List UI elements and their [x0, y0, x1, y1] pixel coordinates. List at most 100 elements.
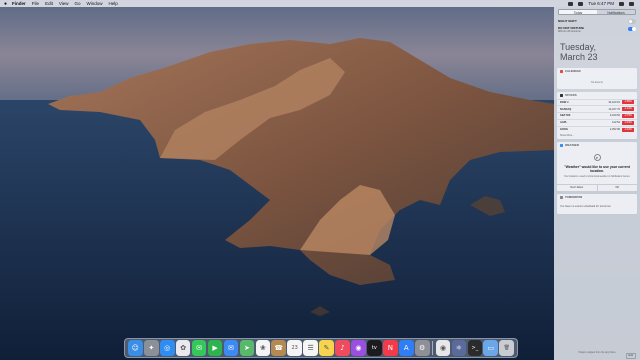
menu-view[interactable]: View [59, 1, 69, 6]
dock: ☺ ✦ ◎ ✿ ✉ ▶ ✉ ➤ ❀ ☎ 23 ☰ ✎ ♪ ◉ tv N A ⚙ ◉ ⚛ >_ ▭ 🗑 [124, 338, 518, 358]
stock-symbol: S&P 500 [560, 114, 571, 118]
system-preferences-icon[interactable]: ⚙ [414, 340, 430, 356]
weather-permission-body: ➤ "Weather" would like to use your curre… [557, 149, 637, 181]
launchpad-icon[interactable]: ✦ [143, 340, 159, 356]
photos-icon[interactable]: ✿ [175, 340, 191, 356]
stock-price: 32,423.15 [608, 100, 620, 104]
night-shift-toggle[interactable] [628, 19, 636, 24]
messages-icon[interactable]: ✉ [191, 340, 207, 356]
stock-price: 13,227.70 [608, 107, 620, 111]
stocks-show-more-link[interactable]: Show More... [557, 132, 637, 139]
tomorrow-widget-header: TOMORROW [557, 194, 637, 201]
edit-button[interactable]: Edit [625, 353, 636, 359]
wifi-icon[interactable] [568, 1, 574, 6]
tab-notifications[interactable]: Notifications [597, 10, 635, 14]
tomorrow-widget: TOMORROW You have no events scheduled fo… [557, 193, 637, 214]
app-store-icon[interactable]: A [398, 340, 414, 356]
weather-icon [560, 143, 563, 147]
dnd-toggle[interactable] [628, 26, 636, 32]
weather-permission-sub: Your location is used to show local weat… [563, 175, 631, 178]
night-shift-label: NIGHT SHIFT [558, 19, 577, 24]
mail-icon[interactable]: ✉ [223, 340, 239, 356]
calendar-small-icon [560, 195, 563, 199]
menu-window[interactable]: Window [87, 1, 103, 6]
notification-center-icon[interactable] [629, 1, 634, 6]
photos-app-icon[interactable]: ❀ [255, 340, 271, 356]
stocks-icon [560, 93, 563, 97]
ok-button[interactable]: OK [596, 184, 638, 191]
stock-price: 3,910.52 [609, 114, 620, 118]
atom-icon[interactable]: ⚛ [451, 340, 467, 356]
tomorrow-text: You have no events scheduled for tomorro… [560, 204, 612, 208]
menu-file[interactable]: File [32, 1, 39, 6]
podcasts-icon[interactable]: ◉ [351, 340, 366, 356]
menu-bar: ● Finder File Edit View Go Window Help T… [0, 0, 640, 7]
wallpaper-island [0, 0, 640, 360]
tv-icon[interactable]: tv [367, 340, 382, 356]
trash-icon[interactable]: 🗑 [499, 340, 515, 356]
weather-widget: WEATHER ➤ "Weather" would like to use yo… [557, 141, 638, 191]
menu-go[interactable]: Go [75, 1, 81, 6]
stock-row[interactable]: DOW J 32,423.15 -0.86% [557, 98, 637, 106]
dnd-row: DO NOT DISTURB Will turn off tomorrow [554, 25, 640, 34]
weather-buttons: Don't Allow OK [557, 183, 638, 191]
stock-row[interactable]: S&P 500 3,910.52 -0.76% [557, 112, 637, 119]
calendar-icon [560, 69, 563, 73]
stock-price: 2,052.96 [609, 128, 620, 132]
notes-icon[interactable]: ✎ [319, 340, 334, 356]
chrome-icon[interactable]: ◉ [435, 340, 451, 356]
date-weekday: Tuesday, [560, 41, 597, 52]
stocks-widget-header: STOCKS [557, 92, 637, 99]
dont-allow-button[interactable]: Don't Allow [557, 185, 597, 191]
weather-widget-header: WEATHER [557, 142, 637, 149]
menu-edit[interactable]: Edit [45, 1, 53, 6]
news-icon[interactable]: N [383, 340, 398, 356]
search-icon[interactable] [619, 1, 624, 6]
dnd-label: DO NOT DISTURB Will turn off tomorrow [558, 26, 584, 33]
music-icon[interactable]: ♪ [335, 340, 350, 356]
menu-help[interactable]: Help [109, 1, 118, 6]
date-day: March 23 [560, 51, 598, 62]
folder-icon[interactable]: ▭ [483, 340, 499, 356]
menu-clock[interactable]: Tue 6:47 PM [588, 1, 614, 6]
apple-icon[interactable]: ● [4, 1, 7, 7]
desktop-wallpaper [0, 0, 640, 360]
safari-icon[interactable]: ◎ [159, 340, 175, 356]
reminders-icon[interactable]: ☰ [303, 340, 318, 356]
menu-app-name[interactable]: Finder [12, 1, 26, 6]
finder-icon[interactable]: ☺ [128, 340, 143, 356]
stock-symbol: DOW J [560, 100, 569, 104]
calendar-title: CALENDAR [565, 69, 581, 73]
maps-icon[interactable]: ➤ [239, 340, 255, 356]
stock-change-badge[interactable]: -0.76% [622, 113, 634, 118]
tomorrow-title: TOMORROW [565, 195, 583, 200]
weather-permission-prompt: "Weather" would like to use your current… [564, 164, 630, 174]
stock-row[interactable]: NASDAQ 13,227.70 -1.12% [557, 105, 637, 112]
nc-date: Tuesday, March 23 [554, 34, 640, 66]
stock-price: 122.54 [612, 121, 620, 125]
stock-row[interactable]: AAPL 122.54 -0.24% [557, 118, 637, 126]
location-arrow-icon: ➤ [593, 153, 601, 161]
tab-today[interactable]: Today [559, 10, 597, 14]
battery-icon[interactable] [578, 1, 584, 6]
stock-change-badge[interactable]: -0.10% [622, 127, 634, 132]
stock-change-badge[interactable]: -0.86% [622, 100, 634, 105]
terminal-icon[interactable]: >_ [467, 340, 483, 356]
calendar-widget-header: CALENDAR [557, 68, 637, 75]
notification-center-panel: Today Notifications NIGHT SHIFT DO NOT D… [554, 7, 640, 360]
calendar-icon[interactable]: 23 [287, 340, 303, 356]
weather-title: WEATHER [565, 143, 579, 148]
stock-symbol: NASDAQ [560, 107, 572, 111]
stocks-widget: STOCKS DOW J 32,423.15 -0.86% NASDAQ 13,… [557, 91, 637, 139]
stock-change-badge[interactable]: -1.12% [622, 107, 634, 112]
dnd-sub: Will turn off tomorrow [558, 29, 581, 33]
dock-separator [432, 341, 433, 355]
stock-row[interactable]: GOOG 2,052.96 -0.10% [557, 125, 637, 133]
stocks-title: STOCKS [565, 93, 577, 97]
stock-symbol: AAPL [560, 121, 568, 125]
dnd-title: DO NOT DISTURB [558, 25, 584, 30]
nc-tab-bar: Today Notifications [558, 9, 636, 15]
facetime-icon[interactable]: ▶ [207, 340, 223, 356]
contacts-icon[interactable]: ☎ [271, 340, 287, 356]
stock-change-badge[interactable]: -0.24% [622, 120, 634, 125]
